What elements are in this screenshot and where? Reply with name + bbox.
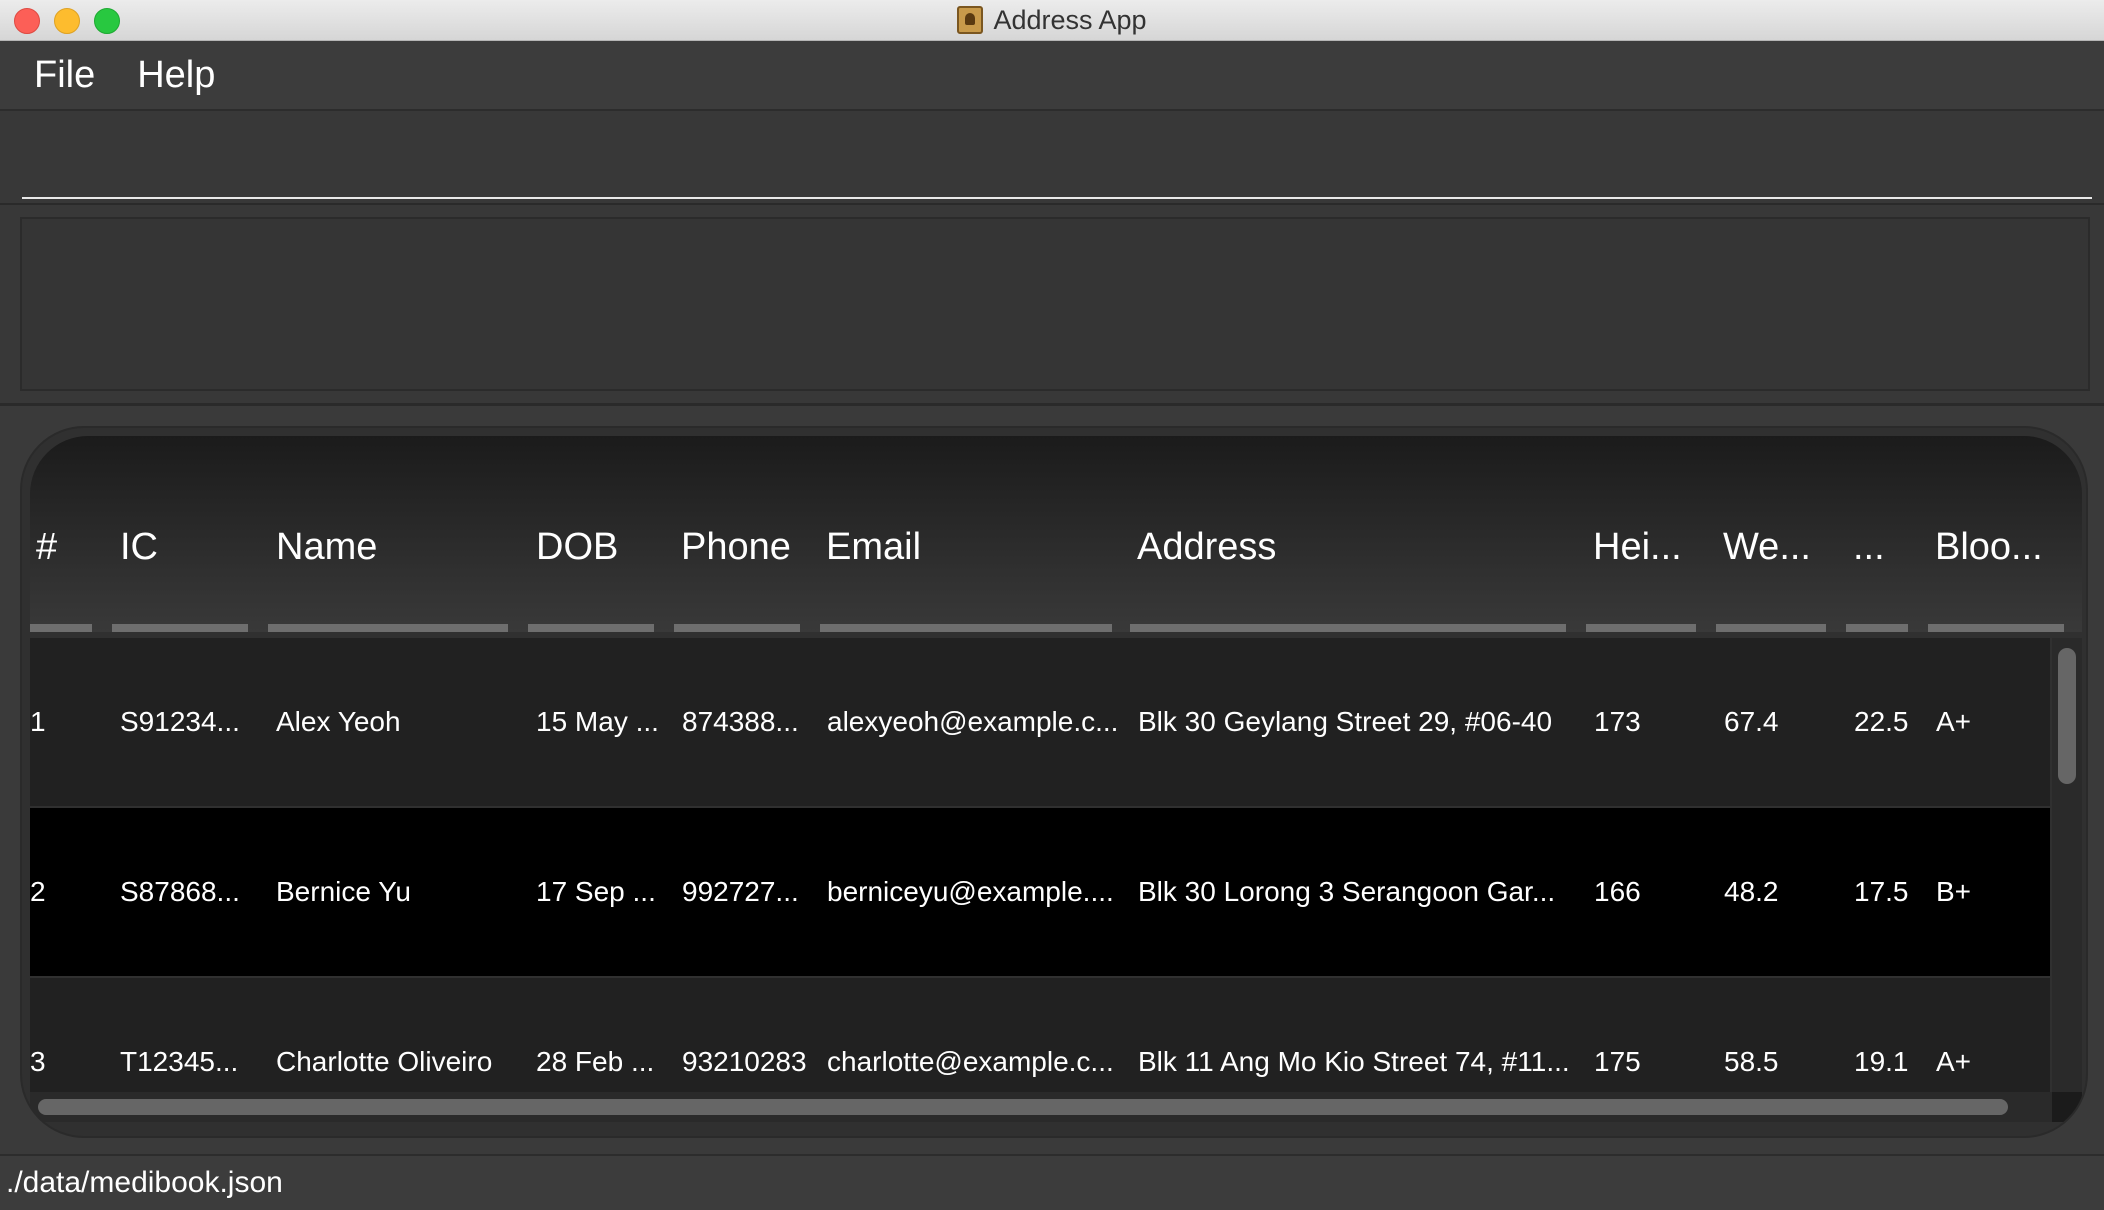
horizontal-scrollbar-thumb[interactable] (38, 1099, 2008, 1115)
result-display (20, 217, 2090, 391)
column-header-height[interactable]: Hei... (1593, 526, 1682, 569)
column-resize-handle[interactable] (1130, 624, 1566, 632)
command-box-panel (0, 111, 2104, 205)
column-resize-handle[interactable] (1928, 624, 2064, 632)
horizontal-scrollbar[interactable] (30, 1092, 2052, 1122)
window-title-area: Address App (0, 0, 2104, 40)
column-header-email[interactable]: Email (826, 526, 921, 569)
cell-bmi: 17.5 (1854, 876, 1909, 907)
result-display-panel (0, 205, 2104, 406)
cell-address: Blk 11 Ang Mo Kio Street 74, #11... (1138, 1046, 1570, 1077)
cell-index: 1 (30, 706, 46, 737)
column-header-name[interactable]: Name (276, 526, 377, 569)
cell-weight: 48.2 (1724, 876, 1779, 907)
cell-phone: 874388... (682, 706, 799, 737)
menu-help[interactable]: Help (117, 54, 235, 97)
cell-blood: A+ (1936, 706, 1972, 737)
column-header-blood[interactable]: Bloo... (1935, 526, 2043, 569)
cell-name: Charlotte Oliveiro (276, 1046, 493, 1077)
cell-phone: 93210283 (682, 1046, 807, 1077)
column-header-address[interactable]: Address (1137, 526, 1276, 569)
cell-bmi: 22.5 (1854, 706, 1909, 737)
cell-height: 175 (1594, 1046, 1641, 1077)
command-input[interactable] (22, 127, 2092, 199)
cell-dob: 17 Sep ... (536, 876, 656, 907)
column-resize-handle[interactable] (674, 624, 800, 632)
column-header-phone[interactable]: Phone (681, 526, 791, 569)
cell-height: 173 (1594, 706, 1641, 737)
column-resize-handle[interactable] (1586, 624, 1696, 632)
cell-name: Alex Yeoh (276, 706, 401, 737)
cell-height: 166 (1594, 876, 1641, 907)
cell-email: alexyeoh@example.c... (827, 706, 1119, 737)
menu-file[interactable]: File (14, 54, 115, 97)
cell-ic: T12345... (120, 1046, 239, 1077)
cell-address: Blk 30 Geylang Street 29, #06-40 (1138, 706, 1553, 737)
column-resize-handle[interactable] (268, 624, 508, 632)
vertical-scrollbar-thumb[interactable] (2058, 648, 2076, 784)
column-header-index[interactable]: # (36, 526, 57, 569)
cell-email: charlotte@example.c... (827, 1046, 1114, 1077)
cell-weight: 58.5 (1724, 1046, 1779, 1077)
cell-phone: 992727... (682, 876, 799, 907)
table-row[interactable]: 3 T12345... Charlotte Oliveiro 28 Feb ..… (30, 978, 2050, 1092)
person-table: # IC Name DOB Phone Email Address Hei...… (20, 426, 2088, 1138)
column-resize-handle[interactable] (528, 624, 654, 632)
cell-weight: 67.4 (1724, 706, 1779, 737)
cell-ic: S87868... (120, 876, 240, 907)
column-header-dob[interactable]: DOB (536, 526, 618, 569)
column-resize-handle[interactable] (1846, 624, 1908, 632)
cell-index: 2 (30, 876, 46, 907)
column-resize-handle[interactable] (820, 624, 1112, 632)
column-resize-handle[interactable] (30, 624, 92, 632)
status-bar: ./data/medibook.json (0, 1154, 2104, 1210)
cell-email: berniceyu@example.... (827, 876, 1114, 907)
cell-dob: 28 Feb ... (536, 1046, 655, 1077)
column-resize-handle[interactable] (112, 624, 248, 632)
cell-blood: A+ (1936, 1046, 1972, 1077)
cell-dob: 15 May ... (536, 706, 659, 737)
scrollbar-corner (2052, 1092, 2082, 1122)
vertical-scrollbar[interactable] (2052, 638, 2082, 1092)
table-row[interactable]: 2 S87868... Bernice Yu 17 Sep ... 992727… (30, 808, 2050, 976)
cell-ic: S91234... (120, 706, 240, 737)
column-header-ic[interactable]: IC (120, 526, 158, 569)
column-header-bmi[interactable]: ... (1853, 526, 1885, 569)
cell-blood: B+ (1936, 876, 1972, 907)
window-title: Address App (993, 4, 1147, 35)
person-list-panel: # IC Name DOB Phone Email Address Hei...… (0, 406, 2104, 1154)
menu-bar: File Help (0, 41, 2104, 111)
window-titlebar: Address App (0, 0, 2104, 41)
address-book-icon (957, 6, 984, 34)
cell-address: Blk 30 Lorong 3 Serangoon Gar... (1138, 876, 1556, 907)
table-row[interactable]: 1 S91234... Alex Yeoh 15 May ... 874388.… (30, 638, 2050, 806)
column-resize-handle[interactable] (1716, 624, 1826, 632)
cell-bmi: 19.1 (1854, 1046, 1909, 1077)
cell-name: Bernice Yu (276, 876, 411, 907)
table-header: # IC Name DOB Phone Email Address Hei...… (30, 436, 2082, 632)
cell-index: 3 (30, 1046, 46, 1077)
column-header-weight[interactable]: We... (1723, 526, 1811, 569)
save-location-path: ./data/medibook.json (6, 1166, 283, 1199)
